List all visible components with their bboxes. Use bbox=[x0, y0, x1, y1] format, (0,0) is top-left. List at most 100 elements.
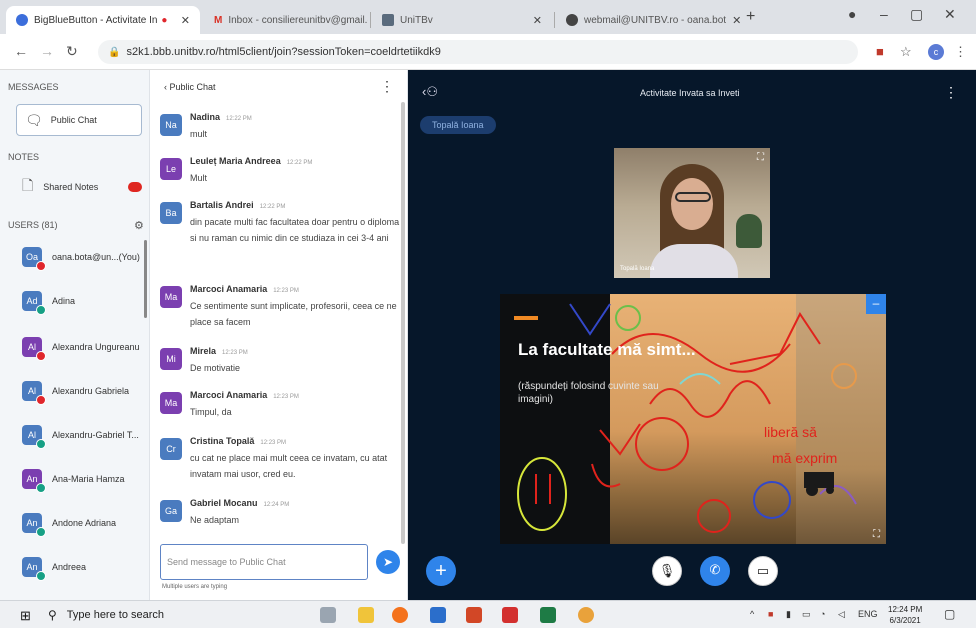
taskbar-search-placeholder: Type here to search bbox=[66, 609, 165, 621]
volume-icon[interactable]: ◁ bbox=[838, 609, 845, 620]
presentation-slide[interactable]: La facultate mă simt... (răspundeți folo… bbox=[500, 294, 886, 544]
browser-menu-icon[interactable]: ⋮ bbox=[954, 44, 967, 60]
send-message-button[interactable]: ➤ bbox=[376, 550, 400, 574]
wifi-icon[interactable]: ◔ bbox=[820, 609, 825, 619]
messages-section-title: MESSAGES bbox=[8, 82, 59, 92]
file-explorer-icon[interactable] bbox=[358, 607, 374, 623]
message-time: 12:23 PM bbox=[260, 440, 287, 446]
chat-message-input[interactable]: Send message to Public Chat bbox=[160, 544, 368, 580]
chrome-icon[interactable] bbox=[578, 607, 594, 623]
user-list-item[interactable]: Ad Adina bbox=[22, 286, 146, 316]
public-chat-item[interactable]: 🗨 Public Chat bbox=[16, 104, 142, 136]
webcam-user-name: Topală Ioana bbox=[620, 266, 655, 272]
options-menu-icon[interactable]: ⋮ bbox=[944, 84, 958, 101]
close-window-button[interactable]: ✕ bbox=[944, 6, 956, 23]
acrobat-icon[interactable] bbox=[502, 607, 518, 623]
whiteboard-annotations bbox=[517, 303, 857, 533]
avatar-initials: An bbox=[26, 562, 38, 572]
mute-microphone-button[interactable]: 🎙 bbox=[652, 556, 682, 586]
network-icon[interactable]: ▭ bbox=[802, 609, 811, 620]
avatar-initials: Al bbox=[27, 386, 36, 396]
profile-avatar[interactable]: c bbox=[928, 44, 944, 60]
chat-message: Mi Mirela 12:23 PM De motivatie bbox=[160, 346, 400, 380]
actions-plus-button[interactable]: + bbox=[426, 556, 456, 586]
user-list-item[interactable]: Oa oana.bota@un...(You) bbox=[22, 242, 146, 272]
message-author: Leuleț Maria Andreea 12:22 PM bbox=[190, 156, 312, 166]
author-name: Leuleț Maria Andreea bbox=[190, 156, 281, 166]
tab-title: BigBlueButton - Activitate In bbox=[34, 14, 158, 26]
excel-icon[interactable] bbox=[540, 607, 556, 623]
user-list-item[interactable]: An Andreea bbox=[22, 552, 146, 582]
tray-overflow-icon[interactable]: ^ bbox=[750, 609, 754, 619]
tray-app-icon[interactable]: ■ bbox=[768, 609, 773, 619]
taskbar-clock[interactable]: 12:24 PM 6/3/2021 bbox=[888, 604, 922, 626]
url-field[interactable]: 🔒 s2k1.bbb.unitbv.ro/html5client/join?se… bbox=[98, 40, 858, 64]
message-author: Mirela 12:23 PM bbox=[190, 346, 248, 356]
chat-options-icon[interactable]: ⋮ bbox=[380, 78, 394, 95]
minimize-presentation-button[interactable]: – bbox=[866, 294, 886, 314]
tab-unitbv[interactable]: UniTBv ✕ bbox=[372, 6, 552, 34]
bookmark-star-icon[interactable]: ☆ bbox=[900, 44, 912, 60]
message-author: Bartalis Andrei 12:22 PM bbox=[190, 200, 285, 210]
close-tab-icon[interactable]: ✕ bbox=[175, 14, 190, 27]
author-name: Nadina bbox=[190, 112, 221, 122]
gear-icon[interactable]: ⚙ bbox=[134, 219, 144, 232]
tab-search-icon[interactable]: ● bbox=[848, 6, 856, 22]
toggle-userlist-icon[interactable]: ‹⚇ bbox=[422, 84, 438, 100]
status-dot bbox=[36, 351, 46, 361]
webcam-video[interactable]: Topală Ioana ⛶ bbox=[614, 148, 770, 278]
maximize-button[interactable]: ▢ bbox=[910, 6, 923, 23]
author-name: Gabriel Mocanu bbox=[190, 498, 258, 508]
tab-divider bbox=[370, 12, 371, 28]
tab-title: Inbox - consiliereunitbv@gmail.c bbox=[228, 14, 368, 26]
taskbar-search[interactable]: ⚲ Type here to search bbox=[48, 605, 296, 625]
avatar: Cr bbox=[160, 438, 182, 460]
close-tab-icon[interactable]: ✕ bbox=[726, 14, 740, 27]
user-list-item[interactable]: Al Alexandra Ungureanu bbox=[22, 332, 146, 362]
avatar: An bbox=[22, 557, 46, 581]
notifications-icon[interactable]: ▢ bbox=[944, 607, 955, 621]
share-webcam-button[interactable]: ▭ bbox=[748, 556, 778, 586]
close-tab-icon[interactable]: ✕ bbox=[527, 14, 542, 27]
powerpoint-icon[interactable] bbox=[466, 607, 482, 623]
forward-arrow-icon[interactable]: → bbox=[40, 43, 54, 59]
chat-input-placeholder: Send message to Public Chat bbox=[167, 557, 286, 567]
message-text: cu cat ne place mai mult ceea ce invatam… bbox=[190, 453, 388, 479]
avatar: Ma bbox=[160, 392, 182, 414]
tab-bigbluebutton[interactable]: BigBlueButton - Activitate In ● ✕ bbox=[6, 6, 200, 34]
fullscreen-icon[interactable]: ⛶ bbox=[757, 152, 764, 163]
back-arrow-icon[interactable]: ← bbox=[14, 43, 28, 59]
user-list-item[interactable]: Al Alexandru-Gabriel T... bbox=[22, 420, 146, 450]
person-glasses bbox=[675, 192, 711, 202]
usb-icon[interactable]: ▮ bbox=[786, 609, 791, 620]
back-to-chat-list-button[interactable]: ‹ Public Chat bbox=[164, 82, 216, 92]
language-indicator[interactable]: ENG bbox=[858, 609, 878, 619]
reload-icon[interactable]: ↻ bbox=[66, 43, 78, 60]
status-dot bbox=[36, 439, 46, 449]
user-list-item[interactable]: Al Alexandru Gabriela bbox=[22, 376, 146, 406]
tab-gmail[interactable]: M Inbox - consiliereunitbv@gmail.c ✕ bbox=[204, 6, 368, 34]
address-bar: ← → ↻ 🔒 s2k1.bbb.unitbv.ro/html5client/j… bbox=[0, 34, 976, 70]
avatar: Ba bbox=[160, 202, 182, 224]
windows-start-icon[interactable]: ⊞ bbox=[20, 608, 31, 624]
user-list-item[interactable]: An Ana-Maria Hamza bbox=[22, 464, 146, 494]
fullscreen-icon[interactable]: ⛶ bbox=[873, 529, 880, 540]
new-tab-button[interactable]: + bbox=[746, 8, 755, 26]
avatar-initials: Al bbox=[27, 342, 36, 352]
task-view-icon[interactable] bbox=[320, 607, 336, 623]
extension-icon[interactable]: ■ bbox=[876, 44, 884, 59]
minimize-button[interactable]: – bbox=[880, 6, 888, 22]
firefox-icon[interactable] bbox=[392, 607, 408, 623]
message-time: 12:24 PM bbox=[263, 502, 290, 508]
leave-audio-button[interactable]: ✆ bbox=[700, 556, 730, 586]
chat-scrollbar[interactable] bbox=[401, 102, 405, 544]
shared-notes-item[interactable]: 🗋 Shared Notes bbox=[22, 174, 148, 200]
person-body bbox=[650, 244, 738, 278]
outlook-icon[interactable] bbox=[430, 607, 446, 623]
slide-title: La facultate mă simt... bbox=[518, 340, 696, 359]
user-list-item[interactable]: An Andone Adriana bbox=[22, 508, 146, 538]
unread-badge bbox=[128, 182, 142, 192]
chat-message: Cr Cristina Topală 12:23 PM cu cat ne pla… bbox=[160, 436, 400, 488]
chat-message: Ma Marcoci Anamaria 12:23 PM Timpul, da bbox=[160, 390, 400, 424]
tab-webmail[interactable]: webmail@UNITBV.ro - oana.bot ✕ bbox=[556, 6, 740, 34]
